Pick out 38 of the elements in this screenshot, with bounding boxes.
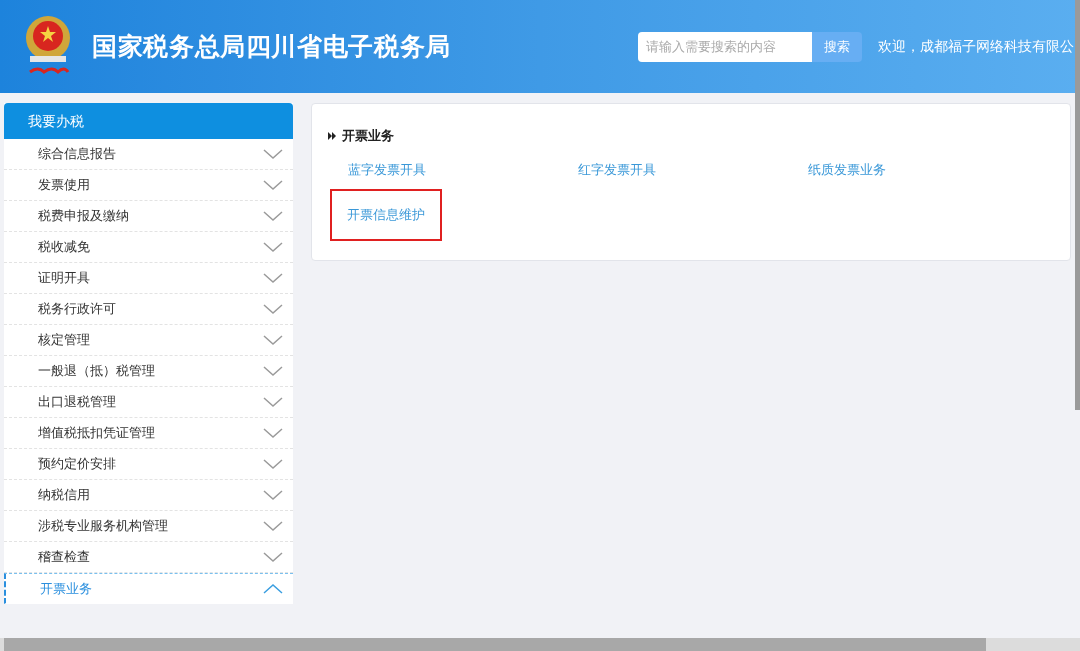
- site-title: 国家税务总局四川省电子税务局: [92, 30, 451, 62]
- chevron-down-icon: [263, 489, 283, 501]
- sidebar-item[interactable]: 开票业务: [4, 573, 293, 604]
- chevron-down-icon: [263, 365, 283, 377]
- sidebar-item[interactable]: 出口退税管理: [4, 387, 293, 418]
- sidebar-item[interactable]: 一般退（抵）税管理: [4, 356, 293, 387]
- sidebar-title: 我要办税: [4, 103, 293, 139]
- sidebar-item[interactable]: 稽查检查: [4, 542, 293, 573]
- search-field[interactable]: 请输入需要搜索的内容: [638, 31, 812, 62]
- sidebar-item[interactable]: 涉税专业服务机构管理: [4, 511, 293, 542]
- sidebar-item[interactable]: 税收减免: [4, 232, 293, 263]
- welcome-text: 欢迎，成都福子网络科技有限公: [878, 37, 1074, 56]
- chevron-down-icon: [263, 148, 283, 160]
- sidebar-item[interactable]: 发票使用: [4, 170, 293, 201]
- vertical-scrollbar[interactable]: [1075, 0, 1080, 410]
- chevron-down-icon: [263, 551, 283, 563]
- chevron-down-icon: [263, 396, 283, 408]
- chevron-down-icon: [263, 179, 283, 191]
- chevron-down-icon: [263, 334, 283, 346]
- chevron-down-icon: [263, 520, 283, 532]
- chevron-down-icon: [263, 303, 283, 315]
- section-title: 开票业务: [342, 127, 394, 145]
- chevron-up-icon: [263, 583, 283, 594]
- sidebar-item[interactable]: 税务行政许可: [4, 294, 293, 325]
- chevron-down-icon: [263, 458, 283, 470]
- chevron-down-icon: [263, 210, 283, 222]
- sidebar-item[interactable]: 税费申报及缴纳: [4, 201, 293, 232]
- double-arrow-icon: [328, 131, 336, 140]
- sidebar-item[interactable]: 预约定价安排: [4, 449, 293, 480]
- sidebar-item[interactable]: 综合信息报告: [4, 139, 293, 170]
- sidebar-item[interactable]: 纳税信用: [4, 480, 293, 511]
- sidebar-item[interactable]: 证明开具: [4, 263, 293, 294]
- sidebar-item[interactable]: 增值税抵扣凭证管理: [4, 418, 293, 449]
- sidebar-item[interactable]: 核定管理: [4, 325, 293, 356]
- chevron-down-icon: [263, 241, 283, 253]
- chevron-down-icon: [263, 272, 283, 284]
- chevron-down-icon: [263, 427, 283, 439]
- horizontal-scrollbar[interactable]: [0, 638, 1080, 651]
